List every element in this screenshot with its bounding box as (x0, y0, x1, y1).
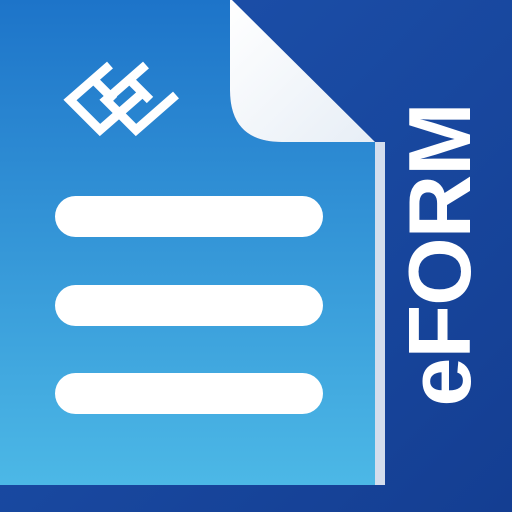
form-line-1 (55, 196, 323, 237)
form-lines (55, 196, 323, 414)
form-line-3 (55, 373, 323, 414)
eform-app-icon: eFORM (0, 0, 512, 512)
page-edge-highlight (375, 142, 385, 485)
eform-icon-artwork: eFORM (0, 0, 512, 512)
brand-text: eFORM (390, 104, 489, 407)
form-line-2 (55, 285, 323, 326)
